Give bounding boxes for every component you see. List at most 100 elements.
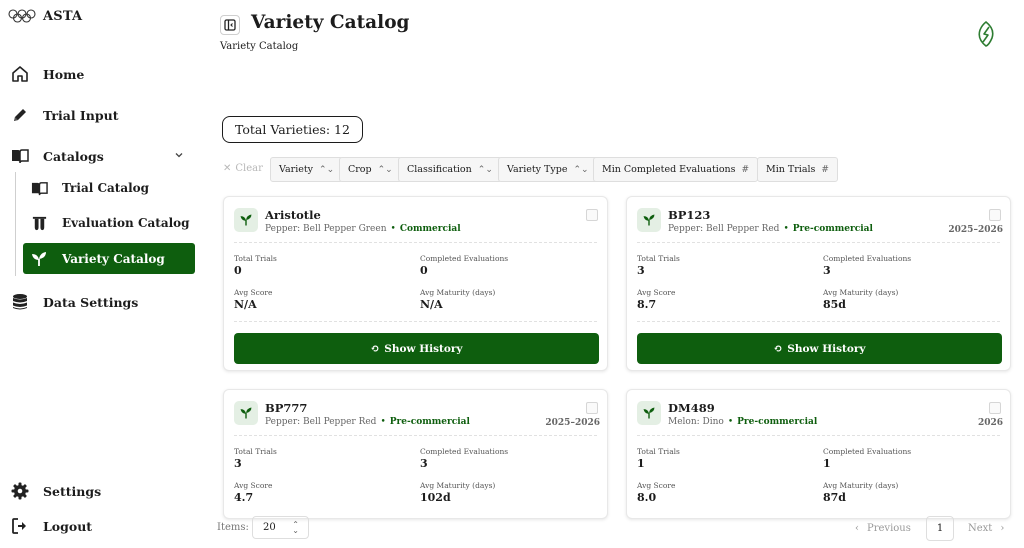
variety-years: 2025–2026	[948, 225, 1003, 235]
clear-filters-button[interactable]: ✕ Clear	[223, 163, 263, 174]
variety-meta: Pepper: Bell Pepper Red • Pre-commercial	[265, 417, 470, 427]
history-icon: ⟲	[370, 342, 380, 355]
brand[interactable]: ASTA	[8, 8, 82, 24]
stat-label: Completed Evaluations	[823, 447, 912, 456]
variety-name: BP777	[265, 401, 308, 415]
nav-catalogs[interactable]: Catalogs	[10, 146, 104, 166]
sidebar-item-evaluation-catalog[interactable]: Evaluation Catalog	[30, 214, 190, 232]
stat-label: Completed Evaluations	[420, 447, 509, 456]
show-history-button[interactable]: ⟲ Show History	[637, 333, 1002, 364]
filter-variety-type[interactable]: Variety Type ⌃⌄	[498, 157, 598, 182]
divider	[637, 242, 1000, 243]
filter-min-completed-evaluations[interactable]: Min Completed Evaluations #	[593, 157, 759, 182]
clear-label: Clear	[235, 163, 263, 174]
filter-label: Variety Type	[507, 164, 568, 175]
sidebar-item-label: Variety Catalog	[62, 251, 165, 266]
book-icon	[30, 179, 48, 197]
filter-label: Classification	[407, 164, 472, 175]
stat-total-trials: 1	[637, 457, 645, 470]
sprout-icon	[637, 208, 661, 232]
variety-card: Aristotle Pepper: Bell Pepper Green • Comm…	[223, 196, 608, 371]
book-icon	[10, 146, 30, 166]
nav-data-settings-label: Data Settings	[43, 294, 139, 310]
items-per-page-label: Items:	[217, 522, 249, 533]
sidebar-item-label: Trial Catalog	[62, 181, 150, 195]
show-history-label: Show History	[787, 342, 866, 355]
sidebar-item-variety-catalog[interactable]: Variety Catalog	[23, 243, 195, 274]
nav-settings-label: Settings	[43, 483, 102, 499]
sprout-icon	[234, 401, 258, 425]
stat-label: Avg Score	[637, 288, 676, 297]
sidebar: ASTA Home Trial Input Catalogs Trial Cat…	[0, 0, 203, 548]
filter-label: Variety	[279, 164, 314, 175]
select-checkbox[interactable]	[989, 402, 1001, 414]
stat-avg-maturity: N/A	[420, 298, 443, 311]
filter-min-trials[interactable]: Min Trials #	[757, 157, 838, 182]
sprout-icon	[234, 208, 258, 232]
sidebar-toggle-button[interactable]	[220, 15, 240, 35]
filter-classification[interactable]: Classification ⌃⌄	[398, 157, 502, 182]
show-history-label: Show History	[384, 342, 463, 355]
chevron-down-icon[interactable]	[174, 150, 184, 160]
stat-completed-evaluations: 1	[823, 457, 831, 470]
nav-home[interactable]: Home	[10, 64, 84, 84]
stat-label: Total Trials	[234, 254, 277, 263]
show-history-button[interactable]: ⟲ Show History	[234, 333, 599, 364]
breadcrumb[interactable]: Variety Catalog	[220, 41, 298, 52]
stat-label: Avg Score	[234, 288, 273, 297]
nav-home-label: Home	[43, 66, 85, 82]
variety-meta: Pepper: Bell Pepper Red • Pre-commercial	[668, 224, 873, 234]
nav-logout[interactable]: Logout	[10, 516, 92, 536]
test-tubes-icon	[30, 214, 48, 232]
variety-crop: Pepper: Bell Pepper Red	[668, 224, 780, 234]
filter-crop[interactable]: Crop ⌃⌄	[339, 157, 402, 182]
nav-data-settings[interactable]: Data Settings	[10, 292, 138, 312]
items-per-page-select[interactable]: 20 ⌃ ⌄	[252, 516, 309, 539]
page-number-button[interactable]: 1	[926, 516, 954, 541]
sort-icon: ⌃⌄	[477, 164, 493, 175]
nav-logout-label: Logout	[43, 518, 93, 534]
leaf-logo-icon	[978, 21, 994, 47]
stat-avg-score: N/A	[234, 298, 257, 311]
sprout-icon	[637, 401, 661, 425]
stat-label: Avg Maturity (days)	[420, 481, 496, 490]
stat-avg-maturity: 102d	[420, 491, 451, 504]
stat-avg-score: 4.7	[234, 491, 254, 504]
pencil-icon	[10, 105, 30, 125]
variety-meta: Pepper: Bell Pepper Green • Commercial	[265, 224, 461, 234]
sidebar-item-trial-catalog[interactable]: Trial Catalog	[30, 179, 149, 197]
previous-page-button[interactable]: ‹ Previous	[855, 516, 911, 540]
stat-label: Total Trials	[637, 254, 680, 263]
divider	[234, 435, 597, 436]
stat-completed-evaluations: 0	[420, 264, 428, 277]
variety-crop: Pepper: Bell Pepper Green	[265, 224, 387, 234]
total-varieties-badge: Total Varieties: 12	[222, 116, 363, 143]
stat-label: Completed Evaluations	[823, 254, 912, 263]
sort-icon: ⌃⌄	[573, 164, 589, 175]
select-checkbox[interactable]	[989, 209, 1001, 221]
select-checkbox[interactable]	[586, 402, 598, 414]
olympic-rings-logo	[8, 9, 36, 23]
stat-label: Completed Evaluations	[420, 254, 509, 263]
database-icon	[10, 292, 30, 312]
stat-avg-maturity: 85d	[823, 298, 846, 311]
nav-trial-input[interactable]: Trial Input	[10, 105, 118, 125]
previous-label: Previous	[867, 522, 911, 534]
tree-line	[15, 172, 16, 276]
chevron-right-icon: ›	[1000, 522, 1005, 534]
nav-settings[interactable]: Settings	[10, 481, 101, 501]
select-checkbox[interactable]	[586, 209, 598, 221]
variety-years: 2025–2026	[545, 418, 600, 428]
sort-icon: ⌃⌄	[319, 164, 335, 175]
hash-icon: #	[821, 164, 829, 175]
items-per-page-value: 20	[263, 522, 276, 533]
stat-label: Total Trials	[234, 447, 277, 456]
divider	[234, 321, 597, 322]
stat-completed-evaluations: 3	[420, 457, 428, 470]
next-page-button[interactable]: Next ›	[968, 516, 1004, 540]
stat-total-trials: 3	[637, 264, 645, 277]
filter-label: Min Trials	[766, 164, 816, 175]
nav-trial-input-label: Trial Input	[43, 107, 119, 123]
chevron-updown-icon: ⌃ ⌄	[292, 520, 299, 535]
filter-variety[interactable]: Variety ⌃⌄	[270, 157, 344, 182]
